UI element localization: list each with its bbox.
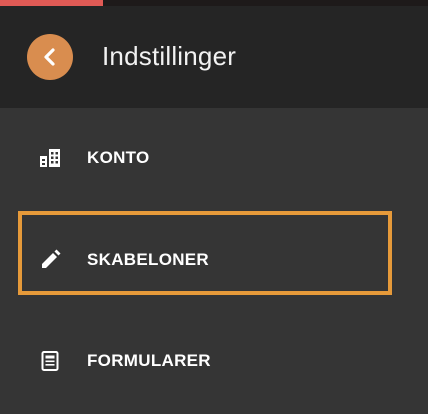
- page-title: Indstillinger: [102, 41, 237, 71]
- menu-item-skabeloner[interactable]: SKABELONER: [0, 230, 428, 290]
- menu-item-formularer[interactable]: FORMULARER: [0, 331, 428, 391]
- chevron-left-icon: [42, 47, 58, 67]
- menu-item-label: FORMULARER: [87, 351, 211, 370]
- document-icon: [39, 350, 61, 372]
- building-icon: [39, 147, 61, 169]
- header: Indstillinger: [0, 6, 428, 108]
- menu-item-label: KONTO: [87, 148, 150, 167]
- menu-item-label: SKABELONER: [87, 250, 210, 269]
- pencil-icon: [39, 249, 61, 271]
- back-button[interactable]: [27, 34, 73, 80]
- menu-item-konto[interactable]: KONTO: [0, 128, 428, 188]
